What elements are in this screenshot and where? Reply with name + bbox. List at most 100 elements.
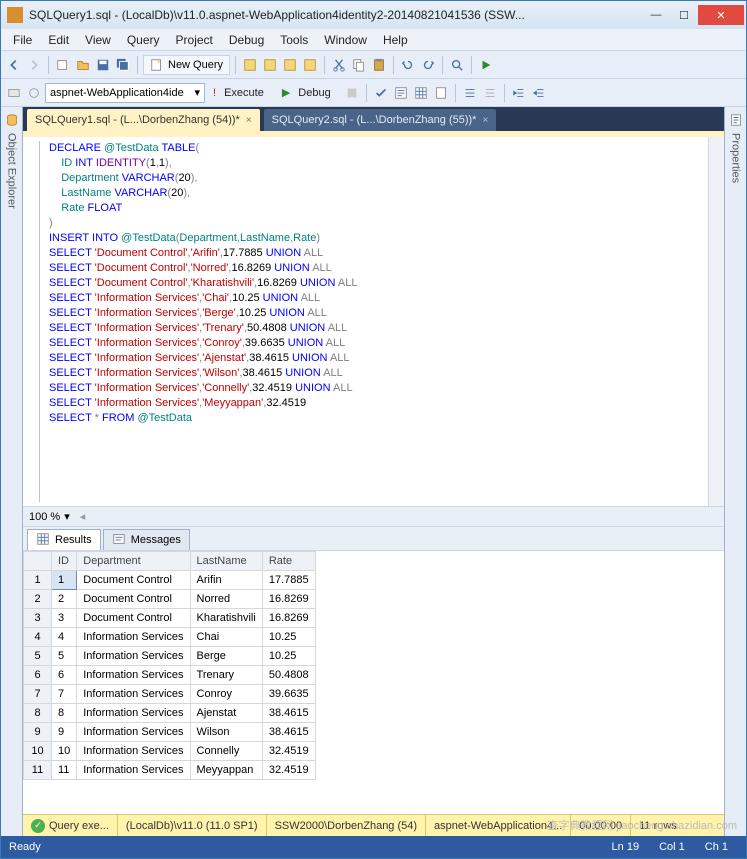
table-cell[interactable]: 5 bbox=[24, 647, 52, 666]
stop-button[interactable] bbox=[343, 84, 361, 102]
table-cell[interactable]: Arifin bbox=[190, 571, 262, 590]
save-button[interactable] bbox=[94, 56, 112, 74]
table-cell[interactable]: 50.4808 bbox=[262, 666, 315, 685]
table-cell[interactable]: 4 bbox=[52, 628, 77, 647]
table-cell[interactable]: 32.4519 bbox=[262, 761, 315, 780]
menu-file[interactable]: File bbox=[5, 31, 40, 49]
table-cell[interactable]: 39.6635 bbox=[262, 685, 315, 704]
comment-button[interactable] bbox=[461, 84, 479, 102]
parse-button[interactable] bbox=[372, 84, 390, 102]
table-cell[interactable]: 10 bbox=[52, 742, 77, 761]
start-button[interactable] bbox=[477, 56, 495, 74]
menu-debug[interactable]: Debug bbox=[221, 31, 272, 49]
uncomment-button[interactable] bbox=[481, 84, 499, 102]
table-row[interactable]: 33Document ControlKharatishvili16.8269 bbox=[24, 609, 316, 628]
database-combo[interactable]: aspnet-WebApplication4ide ▾ bbox=[45, 83, 205, 103]
table-cell[interactable]: 3 bbox=[24, 609, 52, 628]
new-query-button[interactable]: New Query bbox=[143, 55, 230, 75]
execute-button[interactable]: ! Execute bbox=[207, 87, 274, 99]
table-cell[interactable]: 10 bbox=[24, 742, 52, 761]
table-cell[interactable]: 4 bbox=[24, 628, 52, 647]
new-project-button[interactable] bbox=[54, 56, 72, 74]
table-cell[interactable]: 10.25 bbox=[262, 647, 315, 666]
tool-icon-2[interactable] bbox=[261, 56, 279, 74]
tool-icon-3[interactable] bbox=[281, 56, 299, 74]
results-to-grid-button[interactable] bbox=[412, 84, 430, 102]
table-cell[interactable]: 5 bbox=[52, 647, 77, 666]
table-cell[interactable]: Information Services bbox=[77, 628, 190, 647]
properties-panel[interactable]: Properties bbox=[724, 107, 746, 836]
zoom-value[interactable]: 100 % bbox=[29, 511, 60, 523]
menu-window[interactable]: Window bbox=[316, 31, 375, 49]
debug-button[interactable]: ▶ Debug bbox=[276, 86, 341, 99]
table-cell[interactable]: 10.25 bbox=[262, 628, 315, 647]
table-cell[interactable]: Document Control bbox=[77, 571, 190, 590]
table-cell[interactable]: Norred bbox=[190, 590, 262, 609]
cut-button[interactable] bbox=[330, 56, 348, 74]
table-cell[interactable]: 9 bbox=[52, 723, 77, 742]
table-row[interactable]: 1111Information ServicesMeyyappan32.4519 bbox=[24, 761, 316, 780]
menu-query[interactable]: Query bbox=[119, 31, 168, 49]
table-cell[interactable]: 2 bbox=[52, 590, 77, 609]
indent-button[interactable] bbox=[510, 84, 528, 102]
outdent-button[interactable] bbox=[530, 84, 548, 102]
table-cell[interactable]: Document Control bbox=[77, 590, 190, 609]
close-tab-icon[interactable]: × bbox=[482, 115, 488, 126]
table-row[interactable]: 66Information ServicesTrenary50.4808 bbox=[24, 666, 316, 685]
table-cell[interactable]: Information Services bbox=[77, 666, 190, 685]
table-cell[interactable]: Conroy bbox=[190, 685, 262, 704]
menu-view[interactable]: View bbox=[77, 31, 119, 49]
sql-editor[interactable]: DECLARE @TestData TABLE( ID INT IDENTITY… bbox=[23, 137, 708, 506]
table-cell[interactable]: Ajenstat bbox=[190, 704, 262, 723]
table-cell[interactable]: Connelly bbox=[190, 742, 262, 761]
table-cell[interactable]: Wilson bbox=[190, 723, 262, 742]
table-cell[interactable]: 38.4615 bbox=[262, 704, 315, 723]
save-all-button[interactable] bbox=[114, 56, 132, 74]
menu-edit[interactable]: Edit bbox=[40, 31, 77, 49]
results-to-file-button[interactable] bbox=[432, 84, 450, 102]
tool-misc-2[interactable] bbox=[25, 84, 43, 102]
table-row[interactable]: 55Information ServicesBerge10.25 bbox=[24, 647, 316, 666]
table-cell[interactable]: 8 bbox=[24, 704, 52, 723]
table-cell[interactable]: Information Services bbox=[77, 742, 190, 761]
results-to-text-button[interactable] bbox=[392, 84, 410, 102]
column-header[interactable]: LastName bbox=[190, 552, 262, 571]
undo-button[interactable] bbox=[399, 56, 417, 74]
tool-icon-4[interactable] bbox=[301, 56, 319, 74]
column-header[interactable]: Department bbox=[77, 552, 190, 571]
table-cell[interactable]: 6 bbox=[52, 666, 77, 685]
document-tab[interactable]: SQLQuery2.sql - (L...\DorbenZhang (55))*… bbox=[264, 109, 497, 131]
column-header[interactable] bbox=[24, 552, 52, 571]
find-button[interactable] bbox=[448, 56, 466, 74]
table-cell[interactable]: 6 bbox=[24, 666, 52, 685]
close-tab-icon[interactable]: × bbox=[246, 115, 252, 126]
table-cell[interactable]: Information Services bbox=[77, 647, 190, 666]
table-cell[interactable]: Document Control bbox=[77, 609, 190, 628]
table-cell[interactable]: Information Services bbox=[77, 723, 190, 742]
tool-misc-1[interactable] bbox=[5, 84, 23, 102]
menu-project[interactable]: Project bbox=[168, 31, 221, 49]
chevron-down-icon[interactable]: ▾ bbox=[64, 510, 70, 523]
table-row[interactable]: 1010Information ServicesConnelly32.4519 bbox=[24, 742, 316, 761]
forward-button[interactable] bbox=[25, 56, 43, 74]
table-row[interactable]: 99Information ServicesWilson38.4615 bbox=[24, 723, 316, 742]
table-cell[interactable]: 38.4615 bbox=[262, 723, 315, 742]
open-button[interactable] bbox=[74, 56, 92, 74]
table-row[interactable]: 77Information ServicesConroy39.6635 bbox=[24, 685, 316, 704]
paste-button[interactable] bbox=[370, 56, 388, 74]
table-cell[interactable]: 1 bbox=[24, 571, 52, 590]
table-cell[interactable]: 16.8269 bbox=[262, 590, 315, 609]
table-cell[interactable]: 16.8269 bbox=[262, 609, 315, 628]
editor-scrollbar[interactable] bbox=[708, 137, 724, 506]
table-cell[interactable]: Kharatishvili bbox=[190, 609, 262, 628]
table-cell[interactable]: 17.7885 bbox=[262, 571, 315, 590]
table-cell[interactable]: 11 bbox=[52, 761, 77, 780]
object-explorer-panel[interactable]: Object Explorer bbox=[1, 107, 23, 836]
table-row[interactable]: 11Document ControlArifin17.7885 bbox=[24, 571, 316, 590]
table-cell[interactable]: 8 bbox=[52, 704, 77, 723]
scroll-left-icon[interactable]: ◂ bbox=[80, 510, 86, 523]
table-cell[interactable]: Meyyappan bbox=[190, 761, 262, 780]
table-cell[interactable]: Information Services bbox=[77, 704, 190, 723]
table-cell[interactable]: 2 bbox=[24, 590, 52, 609]
table-row[interactable]: 22Document ControlNorred16.8269 bbox=[24, 590, 316, 609]
